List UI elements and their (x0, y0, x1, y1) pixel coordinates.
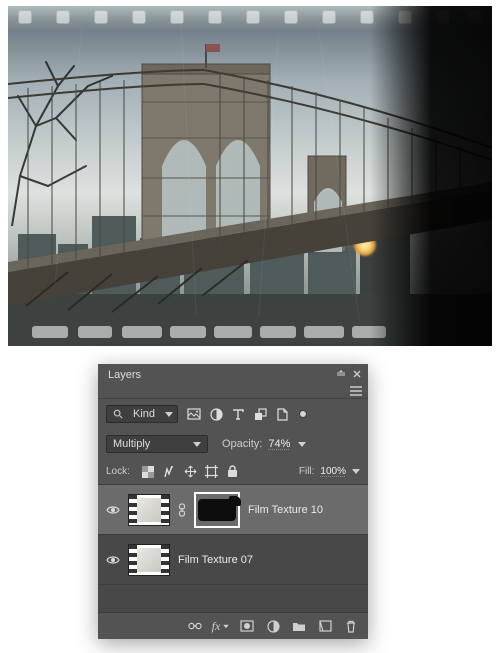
lock-transparent-icon[interactable] (142, 465, 155, 478)
blend-mode-value: Multiply (113, 438, 150, 450)
layer-row[interactable]: Film Texture 10 (98, 484, 368, 534)
filter-pixel-icon[interactable] (187, 407, 201, 421)
tab-layers[interactable]: Layers (98, 366, 151, 384)
filter-kind-select[interactable]: Kind (106, 405, 178, 423)
filter-kind-label: Kind (133, 408, 155, 420)
panel-tabbar: Layers (98, 364, 368, 384)
chevron-down-icon[interactable] (298, 442, 306, 447)
adjustment-layer-icon[interactable] (266, 619, 280, 633)
lock-all-icon[interactable] (226, 465, 239, 478)
layers-panel: Layers Kind Multiply Opacity: (98, 364, 368, 639)
layer-row[interactable]: Film Texture 07 (98, 534, 368, 584)
opacity-label: Opacity: (222, 438, 262, 450)
blend-mode-select[interactable]: Multiply (106, 435, 208, 453)
delete-layer-icon[interactable] (344, 619, 358, 633)
layer-thumbnail[interactable] (128, 544, 170, 576)
layers-empty-space (98, 584, 368, 612)
layer-name[interactable]: Film Texture 07 (178, 554, 253, 566)
opacity-value[interactable]: 74% (268, 438, 290, 450)
link-layers-icon[interactable] (188, 619, 202, 633)
fill-label: Fill: (299, 466, 315, 477)
filter-type-icon[interactable] (231, 407, 245, 421)
panel-footer: fx (98, 612, 368, 639)
layers-list: Film Texture 10 Film Texture 07 (98, 484, 368, 612)
layer-mask-icon[interactable] (240, 619, 254, 633)
mask-link-icon[interactable] (178, 503, 186, 517)
panel-menu-icon[interactable] (350, 386, 362, 396)
lock-label: Lock: (106, 466, 130, 477)
collapse-icon[interactable] (336, 369, 346, 379)
filter-shape-icon[interactable] (253, 407, 267, 421)
layer-thumbnail[interactable] (128, 494, 170, 526)
layer-mask-thumbnail[interactable] (194, 492, 240, 528)
close-icon[interactable] (352, 369, 362, 379)
lock-position-icon[interactable] (184, 465, 197, 478)
fill-value[interactable]: 100% (320, 466, 346, 477)
chevron-down-icon[interactable] (352, 469, 360, 474)
search-icon (113, 409, 123, 419)
lock-row: Lock: Fill: 100% (98, 459, 368, 484)
filter-toggle-icon[interactable] (299, 410, 307, 418)
filter-smartobject-icon[interactable] (275, 407, 289, 421)
blend-row: Multiply Opacity: 74% (98, 429, 368, 459)
layer-name[interactable]: Film Texture 10 (248, 504, 323, 516)
lock-image-icon[interactable] (163, 465, 176, 478)
layer-style-icon[interactable]: fx (214, 619, 228, 633)
filter-adjustment-icon[interactable] (209, 407, 223, 421)
visibility-toggle-icon[interactable] (106, 505, 120, 515)
preview-image (8, 6, 492, 346)
new-layer-icon[interactable] (318, 619, 332, 633)
lock-artboard-icon[interactable] (205, 465, 218, 478)
filter-row: Kind (98, 398, 368, 429)
group-icon[interactable] (292, 619, 306, 633)
chevron-down-icon (165, 412, 173, 417)
visibility-toggle-icon[interactable] (106, 555, 120, 565)
chevron-down-icon (193, 442, 201, 447)
